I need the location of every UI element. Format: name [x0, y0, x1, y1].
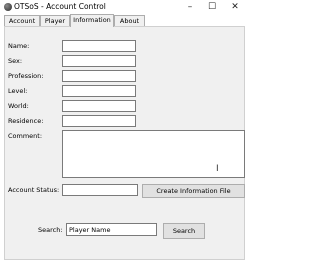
sex-field[interactable]: [62, 55, 136, 67]
search-input[interactable]: [66, 223, 157, 236]
residence-field[interactable]: [62, 115, 136, 127]
minimize-button[interactable]: –: [181, 0, 199, 13]
account-status-label: Account Status:: [8, 186, 60, 194]
tab-about[interactable]: About: [114, 15, 145, 26]
window-title: OTSoS - Account Control: [14, 2, 106, 11]
world-label: World:: [8, 102, 29, 110]
search-button[interactable]: Search: [163, 223, 205, 239]
world-field[interactable]: [62, 100, 136, 112]
maximize-icon: ☐: [207, 1, 217, 12]
close-button[interactable]: ✕: [226, 0, 244, 13]
create-information-file-button[interactable]: Create Information File: [142, 184, 245, 198]
search-label: Search:: [38, 226, 63, 234]
sex-label: Sex:: [8, 57, 23, 65]
maximize-button[interactable]: ☐: [203, 0, 221, 13]
close-icon: ✕: [231, 1, 239, 12]
app-icon: [4, 3, 12, 11]
account-status-field[interactable]: [62, 184, 138, 196]
title-bar: OTSoS - Account Control – ☐ ✕: [0, 0, 250, 13]
minimize-icon: –: [187, 1, 193, 12]
profession-field[interactable]: [62, 70, 136, 82]
comment-label: Comment:: [8, 132, 43, 140]
tab-information[interactable]: Information: [70, 14, 114, 27]
tab-account[interactable]: Account: [4, 15, 40, 26]
profession-label: Profession:: [8, 72, 44, 80]
residence-label: Residence:: [8, 117, 44, 125]
name-label: Name:: [8, 42, 30, 50]
name-field[interactable]: [62, 40, 136, 52]
text-cursor-icon: I: [216, 164, 219, 174]
tab-player[interactable]: Player: [40, 15, 70, 26]
level-label: Level:: [8, 87, 28, 95]
level-field[interactable]: [62, 85, 136, 97]
